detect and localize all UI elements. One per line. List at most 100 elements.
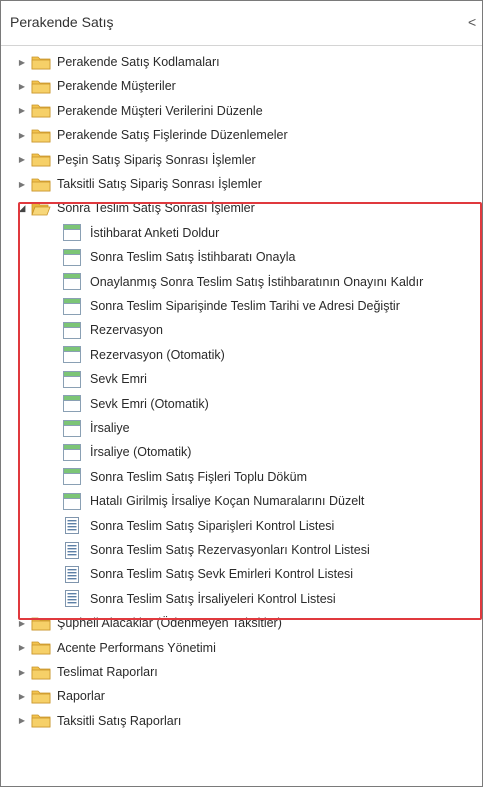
tree-leaf-label: Sonra Teslim Satış İrsaliyeleri Kontrol … [90, 591, 336, 606]
folder-icon [31, 665, 51, 680]
form-icon [63, 468, 81, 486]
form-icon [63, 321, 81, 339]
tree-folder-label: Acente Performans Yönetimi [57, 640, 216, 655]
form-icon [63, 346, 81, 364]
expand-arrow-icon[interactable]: ▶ [17, 75, 27, 97]
tree-folder-item[interactable]: ▶ Raporlar [1, 685, 471, 707]
expand-arrow-icon[interactable]: ▶ [17, 685, 27, 707]
report-icon [63, 517, 81, 535]
tree-folder-label: Perakende Müşteri Verilerini Düzenle [57, 103, 263, 118]
tree-leaf-item[interactable]: İstihbarat Anketi Doldur [1, 222, 471, 244]
form-icon [63, 419, 81, 437]
tree-leaf-label: Rezervasyon (Otomatik) [90, 347, 225, 362]
form-icon [63, 297, 81, 315]
form-icon [63, 443, 81, 461]
tree-leaf-label: Sonra Teslim Siparişinde Teslim Tarihi v… [90, 299, 400, 313]
tree-folder-label: Taksitli Satış Sipariş Sonrası İşlemler [57, 177, 262, 191]
tree-leaf-label: İrsaliye [90, 421, 130, 435]
tree-leaf-item[interactable]: Sevk Emri (Otomatik) [1, 393, 471, 415]
folder-icon [31, 152, 51, 167]
collapse-panel-button[interactable]: < [468, 14, 482, 30]
tree-leaf-label: Sonra Teslim Satış Rezervasyonları Kontr… [90, 543, 370, 557]
folder-icon [31, 128, 51, 143]
tree-leaf-item[interactable]: İrsaliye [1, 417, 471, 439]
form-icon [63, 248, 81, 266]
folder-open-icon [31, 201, 51, 216]
folder-icon [31, 713, 51, 728]
form-icon [63, 395, 81, 413]
tree-folder-item[interactable]: ▶ Teslimat Raporları [1, 661, 471, 683]
tree-leaf-label: Rezervasyon [90, 323, 163, 338]
report-icon [63, 541, 81, 559]
tree-leaf-item[interactable]: Sonra Teslim Satış Fişleri Toplu Döküm [1, 466, 471, 488]
tree-leaf-item[interactable]: Sevk Emri [1, 368, 471, 390]
tree-folder-label: Teslimat Raporları [57, 665, 158, 679]
tree-folder-label: Perakende Müşteriler [57, 79, 176, 94]
tree-folder-item[interactable]: ◢ Sonra Teslim Satış Sonrası İşlemler [1, 197, 471, 219]
tree-folder-item[interactable]: ▶ Perakende Müşteri Verilerini Düzenle [1, 100, 471, 122]
report-icon [63, 565, 81, 583]
tree-folder-item[interactable]: ▶ Perakende Satış Fişlerinde Düzenlemeler [1, 124, 471, 146]
tree-leaf-item[interactable]: Hatalı Girilmiş İrsaliye Koçan Numaralar… [1, 490, 471, 512]
tree-folder-label: Raporlar [57, 689, 105, 704]
panel-title: Perakende Satış [10, 14, 114, 30]
tree-folder-label: Perakende Satış Kodlamaları [57, 55, 220, 69]
tree-leaf-item[interactable]: Sonra Teslim Satış Siparişleri Kontrol L… [1, 515, 471, 537]
folder-icon [31, 689, 51, 704]
expand-arrow-icon[interactable]: ▶ [17, 124, 27, 146]
panel-header: Perakende Satış < [1, 1, 482, 46]
tree-folder-item[interactable]: ▶ Taksitli Satış Sipariş Sonrası İşlemler [1, 173, 471, 195]
tree-leaf-label: Sevk Emri (Otomatik) [90, 396, 209, 411]
tree-leaf-label: Sonra Teslim Satış Fişleri Toplu Döküm [90, 469, 307, 484]
tree-folder-item[interactable]: ▶ Perakende Satış Kodlamaları [1, 51, 471, 73]
tree-leaf-item[interactable]: Sonra Teslim Satış İrsaliyeleri Kontrol … [1, 588, 471, 610]
folder-icon [31, 103, 51, 118]
tree-folder-label: Sonra Teslim Satış Sonrası İşlemler [57, 201, 255, 216]
tree-folder-item[interactable]: ▶ Perakende Müşteriler [1, 75, 471, 97]
expand-arrow-icon[interactable]: ▶ [17, 710, 27, 732]
folder-icon [31, 177, 51, 192]
expand-arrow-icon[interactable]: ▶ [17, 51, 27, 73]
tree-leaf-item[interactable]: Sonra Teslim Satış Sevk Emirleri Kontrol… [1, 563, 471, 585]
folder-icon [31, 79, 51, 94]
tree-leaf-item[interactable]: Sonra Teslim Satış Rezervasyonları Kontr… [1, 539, 471, 561]
form-icon [63, 273, 81, 291]
form-icon [63, 224, 81, 242]
tree-leaf-item[interactable]: Onaylanmış Sonra Teslim Satış İstihbarat… [1, 271, 471, 293]
tree-leaf-label: Hatalı Girilmiş İrsaliye Koçan Numaralar… [90, 494, 365, 509]
tree-leaf-label: Sonra Teslim Satış Sevk Emirleri Kontrol… [90, 567, 354, 582]
tree-folder-item[interactable]: ▶ Şüpheli Alacaklar (Ödenmeyen Taksitler) [1, 612, 471, 634]
tree-leaf-item[interactable]: Rezervasyon (Otomatik) [1, 344, 471, 366]
tree-leaf-item[interactable]: Sonra Teslim Satış İstihbaratı Onayla [1, 246, 471, 268]
tree-leaf-label: Sonra Teslim Satış İstihbaratı Onayla [90, 250, 296, 265]
folder-icon [31, 55, 51, 70]
expand-arrow-icon[interactable]: ▶ [17, 661, 27, 683]
folder-icon [31, 616, 51, 631]
tree-folder-label: Taksitli Satış Raporları [57, 713, 182, 728]
expand-arrow-icon[interactable]: ▶ [17, 100, 27, 122]
expand-arrow-icon[interactable]: ▶ [17, 612, 27, 634]
form-icon [63, 370, 81, 388]
collapse-arrow-icon[interactable]: ◢ [17, 197, 27, 219]
form-icon [63, 492, 81, 510]
tree-leaf-label: İstihbarat Anketi Doldur [90, 225, 220, 240]
tree-folder-label: Şüpheli Alacaklar (Ödenmeyen Taksitler) [57, 616, 282, 631]
tree-leaf-label: Onaylanmış Sonra Teslim Satış İstihbarat… [90, 274, 424, 289]
expand-arrow-icon[interactable]: ▶ [17, 173, 27, 195]
tree-leaf-item[interactable]: Rezervasyon [1, 319, 471, 341]
tree-leaf-label: Sevk Emri [90, 372, 147, 387]
tree-leaf-item[interactable]: İrsaliye (Otomatik) [1, 441, 471, 463]
tree-folder-item[interactable]: ▶ Taksitli Satış Raporları [1, 710, 471, 732]
expand-arrow-icon[interactable]: ▶ [17, 637, 27, 659]
folder-icon [31, 640, 51, 655]
tree-folder-item[interactable]: ▶ Acente Performans Yönetimi [1, 637, 471, 659]
tree-folder-item[interactable]: ▶ Peşin Satış Sipariş Sonrası İşlemler [1, 149, 471, 171]
tree-leaf-label: Sonra Teslim Satış Siparişleri Kontrol L… [90, 518, 335, 533]
tree-folder-label: Peşin Satış Sipariş Sonrası İşlemler [57, 152, 256, 167]
tree-leaf-item[interactable]: Sonra Teslim Siparişinde Teslim Tarihi v… [1, 295, 471, 317]
navigation-panel: Perakende Satış < ▶ Perakende Satış Kodla… [0, 0, 483, 787]
tree-leaf-label: İrsaliye (Otomatik) [90, 445, 192, 460]
report-icon [63, 590, 81, 608]
tree-folder-label: Perakende Satış Fişlerinde Düzenlemeler [57, 128, 288, 143]
expand-arrow-icon[interactable]: ▶ [17, 149, 27, 171]
